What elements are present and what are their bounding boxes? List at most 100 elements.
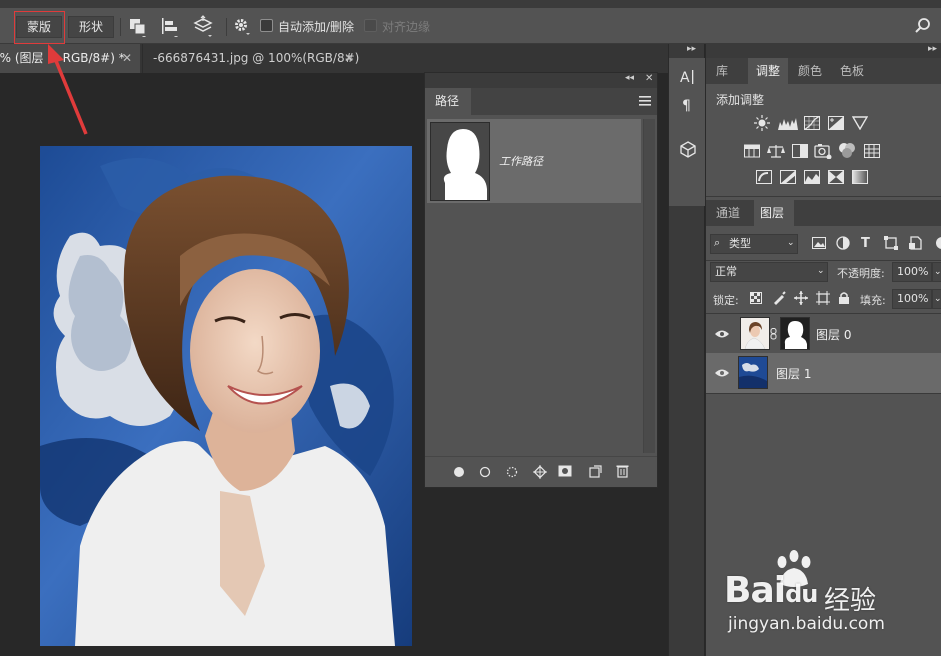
vibrance-icon[interactable] — [852, 116, 868, 130]
posterize-icon[interactable] — [780, 170, 796, 184]
new-path-icon[interactable] — [589, 465, 602, 478]
scrollbar[interactable] — [643, 119, 655, 453]
tab-adjustments[interactable]: 调整 — [748, 58, 788, 84]
channel-mixer-icon[interactable] — [838, 142, 855, 158]
layer-row-layer1[interactable]: 图层 1 — [706, 353, 941, 393]
tab-libraries[interactable]: 库 — [716, 58, 746, 84]
eye-icon[interactable] — [715, 329, 729, 339]
chevron-down-icon: ⌄ — [787, 238, 795, 248]
annotation-arrow — [48, 44, 88, 135]
invert-icon[interactable] — [756, 170, 772, 184]
close-icon[interactable]: ✕ — [645, 73, 653, 84]
path-arrangement-icon[interactable] — [192, 15, 214, 37]
layer-filter-value: 类型 — [729, 237, 751, 250]
mini-panel-column: ▸▸ A ¶ — [668, 44, 705, 656]
fill-label: 填充: — [860, 294, 886, 307]
watermark-cn: 经验 — [824, 586, 877, 616]
character-panel-icon[interactable]: A — [679, 68, 697, 86]
tab-layers[interactable]: 图层 — [754, 200, 794, 226]
filter-toggle-icon[interactable] — [934, 235, 941, 251]
load-selection-icon[interactable] — [506, 466, 518, 478]
baidu-watermark: Baidu 经验 jingyan.baidu.com — [720, 550, 920, 640]
dock-header-strip: ▸▸ — [706, 44, 941, 58]
layer-mask-thumbnail[interactable] — [780, 317, 810, 350]
make-work-path-icon[interactable] — [532, 464, 548, 480]
3d-panel-icon[interactable] — [679, 140, 697, 158]
lock-pixels-icon[interactable] — [772, 291, 786, 305]
watermark-brand: Baidu — [724, 570, 818, 611]
path-thumbnail — [430, 122, 490, 201]
tab-color[interactable]: 颜色 — [798, 58, 834, 84]
close-icon[interactable]: ✕ — [122, 44, 132, 73]
selective-color-icon[interactable] — [828, 170, 844, 184]
layer-name: 图层 1 — [776, 367, 812, 381]
black-white-icon[interactable] — [792, 144, 808, 158]
layer-filter-select[interactable]: ⌕ 类型 ⌄ — [710, 234, 798, 254]
gradient-map-icon[interactable] — [852, 170, 868, 184]
path-row-work-path[interactable]: 工作路径 — [427, 119, 641, 203]
brightness-contrast-icon[interactable] — [754, 115, 770, 131]
stroke-path-icon[interactable] — [479, 466, 491, 478]
svg-text:A: A — [680, 70, 690, 86]
opacity-label: 不透明度: — [837, 267, 885, 280]
watermark-brand-suffix: du — [785, 580, 818, 608]
trash-icon[interactable] — [616, 464, 629, 478]
fill-input[interactable]: 100% — [892, 289, 932, 309]
hue-saturation-icon[interactable] — [744, 144, 760, 158]
panel-header-strip: ◂◂ ✕ — [425, 73, 657, 88]
blend-mode-select[interactable]: 正常 ⌄ — [710, 262, 828, 282]
filter-adjustment-icon[interactable] — [836, 236, 850, 250]
eye-icon[interactable] — [715, 368, 729, 378]
watermark-brand-text: Bai — [724, 570, 786, 611]
tab-swatches[interactable]: 色板 — [840, 58, 876, 84]
doc-tab-jpg[interactable]: -666876431.jpg @ 100%(RGB/8#) — [142, 44, 362, 73]
lock-transparent-icon[interactable] — [750, 292, 762, 304]
fill-path-icon[interactable] — [453, 466, 465, 478]
shape-button[interactable]: 形状 — [68, 16, 114, 38]
chevron-down-icon: ⌄ — [817, 266, 825, 276]
divider — [706, 393, 941, 394]
align-edges-checkbox[interactable] — [364, 19, 377, 32]
lock-label: 锁定: — [713, 294, 739, 307]
svg-text:T: T — [861, 236, 870, 249]
color-lookup-icon[interactable] — [864, 144, 880, 158]
filter-pixel-icon[interactable] — [812, 237, 826, 249]
filter-smart-object-icon[interactable] — [908, 236, 922, 250]
levels-icon[interactable] — [778, 116, 798, 130]
close-icon[interactable]: ✕ — [344, 44, 354, 73]
auto-add-delete-label: 自动添加/删除 — [278, 20, 355, 34]
exposure-icon[interactable] — [828, 116, 844, 130]
adjustments-title: 添加调整 — [716, 93, 765, 107]
lock-position-icon[interactable] — [794, 291, 808, 305]
add-mask-icon[interactable] — [558, 465, 572, 477]
opacity-input[interactable]: 100% — [892, 262, 932, 282]
opacity-dropdown[interactable]: ⌄ — [932, 262, 941, 282]
doc-tab-label: -666876431.jpg @ 100%(RGB/8#) — [153, 51, 360, 65]
path-alignment-icon[interactable] — [160, 17, 180, 37]
search-icon[interactable] — [914, 17, 932, 35]
tab-paths[interactable]: 路径 — [425, 88, 471, 115]
collapse-icon[interactable]: ◂◂ — [625, 73, 634, 83]
curves-icon[interactable] — [804, 116, 820, 130]
collapse-icon[interactable]: ▸▸ — [928, 44, 937, 54]
lock-artboard-icon[interactable] — [816, 291, 830, 305]
threshold-icon[interactable] — [804, 170, 820, 184]
panel-menu-icon[interactable] — [639, 95, 651, 107]
photo-filter-icon[interactable] — [814, 143, 832, 159]
paths-footer — [425, 456, 657, 486]
auto-add-delete-checkbox[interactable] — [260, 19, 273, 32]
link-icon[interactable] — [770, 328, 778, 340]
tab-channels[interactable]: 通道 — [716, 200, 756, 226]
filter-shape-icon[interactable] — [884, 236, 898, 250]
filter-type-icon[interactable]: T — [860, 235, 874, 249]
fill-dropdown[interactable]: ⌄ — [932, 289, 941, 309]
watermark-url: jingyan.baidu.com — [728, 614, 885, 634]
lock-all-icon[interactable] — [838, 291, 850, 305]
document-image[interactable] — [40, 146, 412, 646]
color-balance-icon[interactable] — [767, 144, 785, 158]
path-operations-icon[interactable] — [128, 17, 148, 37]
gear-icon[interactable] — [232, 16, 252, 36]
collapse-icon[interactable]: ▸▸ — [687, 44, 696, 54]
layer-row-layer0[interactable]: 图层 0 — [706, 314, 941, 354]
paragraph-panel-icon[interactable]: ¶ — [680, 96, 696, 114]
